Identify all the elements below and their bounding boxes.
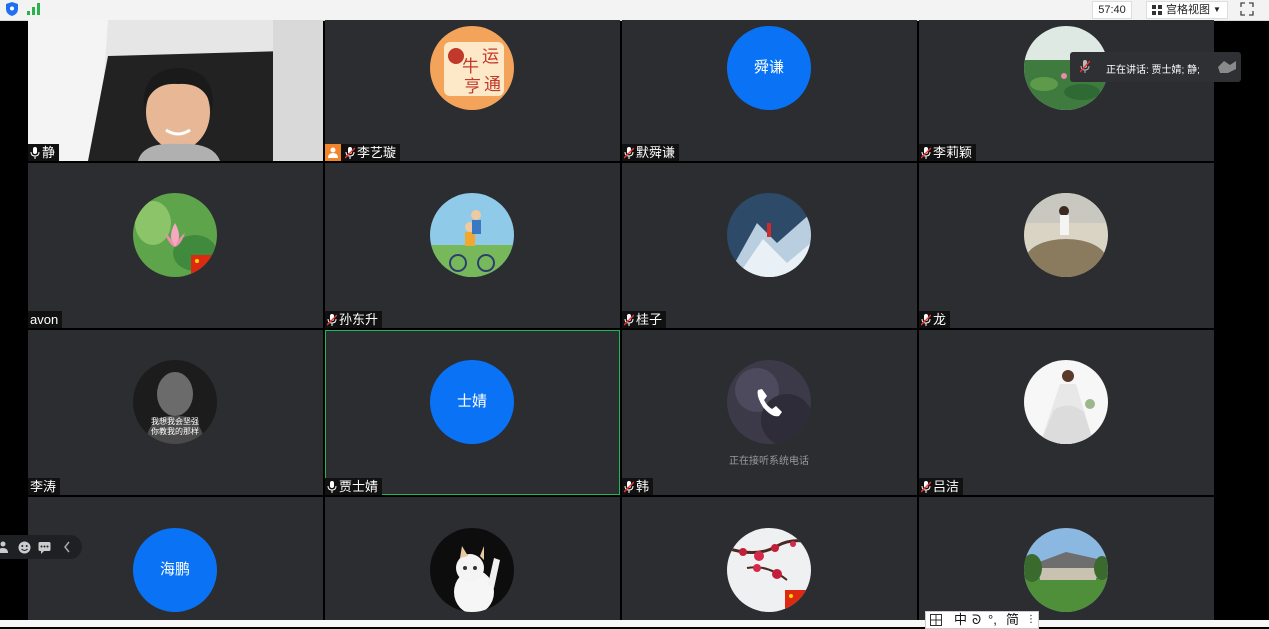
participant-name-tag: 吕洁 [919, 478, 964, 495]
host-badge [325, 144, 341, 161]
muted-microphone-icon [921, 480, 931, 493]
muted-microphone-icon [921, 313, 931, 326]
participant-avatar [430, 528, 514, 612]
participant-name-tag: 李艺璇 [325, 144, 401, 161]
microphone-icon [327, 480, 337, 493]
active-speaker-indicator: 正在讲话: 贾士婧; 静; [1070, 52, 1241, 82]
participant-avatar [133, 193, 217, 277]
security-shield-icon[interactable] [6, 2, 18, 16]
participant-avatar [727, 528, 811, 612]
participant-avatar [727, 193, 811, 277]
reaction-emoji-icon[interactable] [18, 541, 31, 554]
input-method-toolbar[interactable]: 中 ᘐ °, 简 ⋮ [925, 611, 1039, 629]
participant-name: 李艺璇 [357, 145, 397, 160]
ime-moon-icon[interactable]: ᘐ [972, 612, 981, 628]
video-tile-jia-shijing-active-speaker[interactable]: 士婧 贾士婧 [325, 330, 620, 495]
participant-name: 桂子 [636, 312, 663, 327]
video-tile-sun-dongsheng[interactable]: 孙东升 [325, 163, 620, 328]
muted-microphone-icon [327, 313, 337, 326]
video-tile-lv-jie[interactable]: 吕洁 [919, 330, 1214, 495]
grid-view-icon [1152, 5, 1162, 15]
video-tile-li-liying[interactable]: 李莉颖 [919, 20, 1214, 161]
participant-avatar: 舜谦 [727, 26, 811, 110]
participant-avatar: 我想我会坚强 你教我的那样 [133, 360, 217, 444]
active-speaker-label: 正在讲话: 贾士婧; 静; [1106, 65, 1200, 76]
avatar-text-2: 运 [482, 47, 499, 67]
chevron-down-icon: ▼ [1213, 5, 1221, 14]
video-tile-house-avatar[interactable] [919, 497, 1214, 620]
participant-name-tag: 桂子 [622, 311, 667, 328]
microphone-icon [30, 146, 40, 159]
participant-name: 龙 [933, 312, 947, 327]
ime-punctuation[interactable]: °, [988, 612, 997, 628]
participant-name-tag: 默舜谦 [622, 144, 680, 161]
muted-microphone-icon [624, 146, 634, 159]
speaking-microphone-icon [1080, 60, 1090, 73]
participant-name: 孙东升 [339, 312, 379, 327]
camera-video-feed [28, 20, 323, 161]
floating-toolbar [0, 535, 82, 559]
participant-name-tag: 李莉颖 [919, 144, 977, 161]
view-mode-label: 宫格视图 [1166, 4, 1210, 16]
keyboard-layout-icon[interactable] [930, 614, 942, 626]
muted-microphone-icon [624, 313, 634, 326]
participant-name: 李涛 [30, 479, 57, 494]
ime-simplified[interactable]: 简 [1006, 612, 1019, 628]
video-tile-plum-avatar[interactable] [622, 497, 917, 620]
fullscreen-icon[interactable] [1240, 2, 1254, 16]
participant-name: 默舜谦 [636, 145, 676, 160]
view-mode-dropdown[interactable]: 宫格视图 ▼ [1146, 1, 1228, 19]
video-tile-cat-avatar[interactable] [325, 497, 620, 620]
avatar-text-4: 通 [484, 75, 501, 95]
participant-name-tag: avon [28, 311, 63, 328]
video-tile-avon[interactable]: avon [28, 163, 323, 328]
avatar-caption-1: 我想我会坚强 [151, 416, 199, 426]
chevron-left-icon[interactable] [63, 541, 71, 553]
chat-icon[interactable] [38, 541, 51, 554]
participant-avatar: 士婧 [430, 360, 514, 444]
video-tile-mo-shunqian[interactable]: 舜谦 默舜谦 [622, 20, 917, 161]
participant-avatar [727, 360, 811, 444]
top-bar: 57:40 宫格视图 ▼ [0, 0, 1269, 21]
avatar-text-1: 牛 [462, 57, 479, 77]
participant-avatar [1024, 193, 1108, 277]
ime-chinese-mode[interactable]: 中 [954, 612, 967, 628]
meeting-timer: 57:40 [1092, 1, 1132, 19]
avatar-text-3: 亨 [464, 77, 481, 97]
taskbar-strip [0, 620, 1269, 627]
video-tile-guizi[interactable]: 桂子 [622, 163, 917, 328]
video-tile-long[interactable]: 龙 [919, 163, 1214, 328]
muted-microphone-icon [345, 146, 355, 159]
avatar-caption-2: 你教我的那样 [151, 426, 199, 436]
participant-name-tag: 静 [28, 144, 60, 161]
participant-name: 吕洁 [933, 479, 960, 494]
video-tile-han[interactable]: 正在接听系统电话 韩 [622, 330, 917, 495]
host-person-icon [328, 147, 338, 158]
participant-avatar: 牛 运 亨 通 [430, 26, 514, 110]
participant-avatar [1024, 528, 1108, 612]
participant-name: 李莉颖 [933, 145, 973, 160]
video-tile-li-yixuan[interactable]: 牛 运 亨 通 李艺璇 [325, 20, 620, 161]
ime-more-icon[interactable]: ⋮ [1026, 612, 1036, 628]
participant-name-tag: 李涛 [28, 478, 61, 495]
participant-avatar [1024, 360, 1108, 444]
network-signal-icon[interactable] [27, 3, 41, 15]
participant-name-tag: 韩 [622, 478, 654, 495]
participant-avatar: 海鹏 [133, 528, 217, 612]
participant-name-tag: 孙东升 [325, 311, 383, 328]
participant-name: avon [30, 312, 59, 327]
participants-icon[interactable] [0, 541, 8, 553]
raise-hand-icon[interactable] [1216, 59, 1238, 75]
participant-name: 贾士婧 [339, 479, 379, 494]
muted-microphone-icon [921, 146, 931, 159]
participant-name: 韩 [636, 479, 650, 494]
muted-microphone-icon [624, 480, 634, 493]
participant-name: 静 [42, 145, 56, 160]
video-tile-li-tao[interactable]: 我想我会坚强 你教我的那样 李涛 [28, 330, 323, 495]
participant-name-tag: 贾士婧 [325, 478, 383, 495]
participant-avatar [430, 193, 514, 277]
call-status-text: 正在接听系统电话 [729, 456, 809, 467]
participant-name-tag: 龙 [919, 311, 951, 328]
video-tile-jing[interactable]: 静 [28, 20, 323, 161]
